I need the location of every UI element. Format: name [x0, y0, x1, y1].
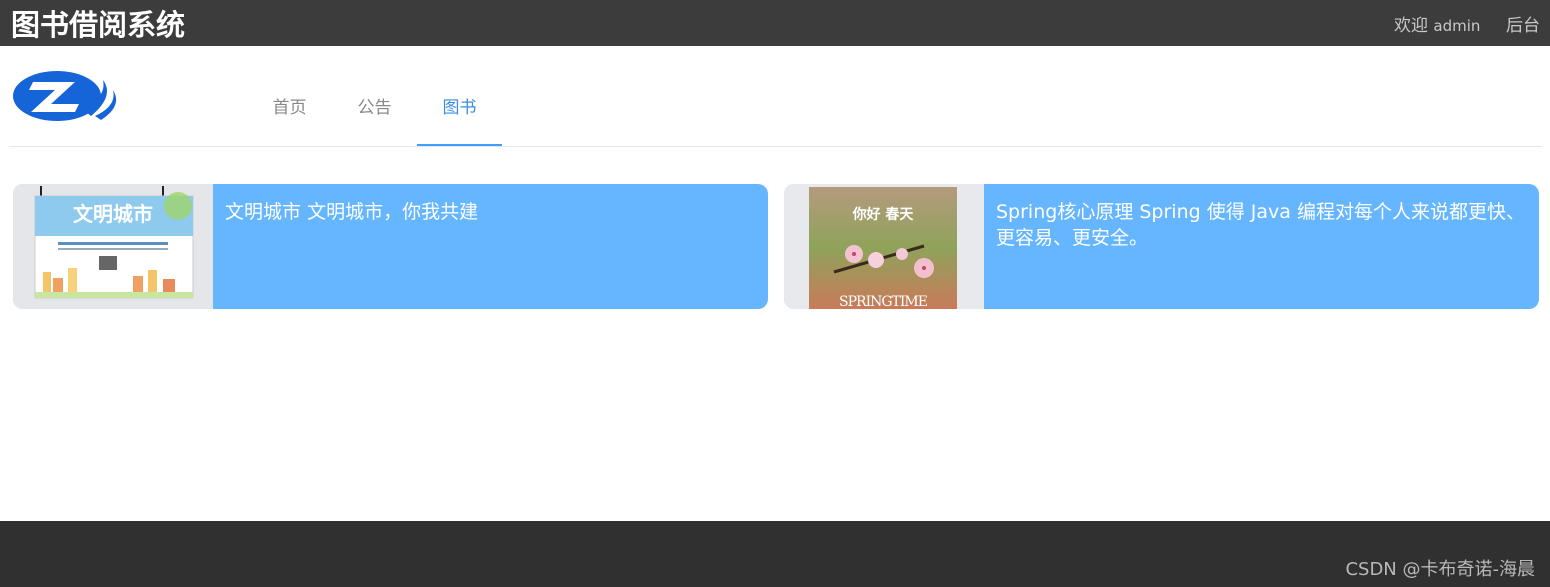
admin-link[interactable]: 后台: [1506, 11, 1540, 36]
book-title: Spring核心原理: [996, 201, 1134, 223]
site-logo[interactable]: [11, 68, 119, 126]
welcome-text: 欢迎 admin: [1394, 11, 1480, 36]
nav-books[interactable]: 图书: [417, 70, 502, 146]
book-cover-caption: SPRINGTIME: [839, 294, 928, 309]
username: admin: [1433, 17, 1481, 35]
welcome-prefix: 欢迎: [1394, 16, 1428, 36]
book-info: Spring核心原理 Spring 使得 Java 编程对每个人来说都更快、更容…: [996, 199, 1531, 251]
footer-text: CSDN @卡布奇诺-海晨: [1345, 559, 1535, 580]
footer: CSDN @卡布奇诺-海晨: [0, 521, 1550, 587]
book-info: 文明城市 文明城市，你我共建: [225, 199, 760, 225]
book-cover-text: 文明城市: [73, 202, 153, 226]
app-title: 图书借阅系统: [11, 8, 186, 42]
book-card[interactable]: 你好 春天 SPRINGTIME Spring核心原理 Spring 使得 Ja…: [784, 184, 1539, 309]
nav-announcements[interactable]: 公告: [332, 70, 417, 146]
book-card[interactable]: 文明城市 文明城市 文明城市，你我共建: [13, 184, 768, 309]
nav-home[interactable]: 首页: [247, 70, 332, 146]
top-bar: 图书借阅系统 欢迎 admin 后台: [0, 0, 1550, 46]
book-cover: 文明城市: [13, 184, 213, 309]
nav-divider: [9, 146, 1542, 147]
book-cover-text: 你好 春天: [852, 207, 914, 223]
book-description: 文明城市，你我共建: [307, 201, 479, 223]
book-title: 文明城市: [225, 201, 302, 223]
logo-icon: [13, 71, 117, 121]
book-cover: 你好 春天 SPRINGTIME: [784, 184, 984, 309]
